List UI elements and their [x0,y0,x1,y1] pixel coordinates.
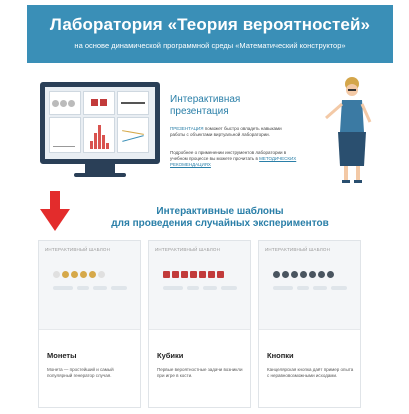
screen-panel-chart [49,117,81,153]
preview-controls [163,286,239,292]
teacher-illustration [325,77,372,183]
card-title: Монеты [47,351,77,360]
card-description: Канцелярская кнопка даёт пример опыта с … [267,367,354,378]
card-label: ИНТЕРАКТИВНЫЙ ШАБЛОН [265,247,331,252]
screen-panel-histogram [83,117,115,153]
card-preview: ИНТЕРАКТИВНЫЙ ШАБЛОН [149,241,250,330]
card-title: Кубики [157,351,184,360]
card-title: Кнопки [267,351,294,360]
card-label: ИНТЕРАКТИВНЫЙ ШАБЛОН [45,247,111,252]
screen-panel-coins [49,91,81,115]
card-description: Монета — простейший и самый популярный г… [47,367,114,378]
presentation-heading-line1: Интерактивная [170,94,241,105]
monitor-illustration[interactable] [40,82,160,164]
preview-controls [53,286,129,292]
screen-panel-graph [117,117,149,153]
screen-panel-pins [117,91,149,115]
coins-preview [53,271,105,278]
templates-heading: Интерактивные шаблоны для проведения слу… [60,206,380,230]
page-subtitle: на основе динамической программной среды… [74,41,346,50]
templates-heading-line2: для проведения случайных экспериментов [111,218,329,229]
presentation-heading-line2: презентация [170,106,229,117]
card-label: ИНТЕРАКТИВНЫЙ ШАБЛОН [155,247,221,252]
presentation-heading[interactable]: Интерактивная презентация [170,94,310,118]
template-card-pins[interactable]: ИНТЕРАКТИВНЫЙ ШАБЛОН Кнопки Канцелярская… [258,240,361,408]
templates-heading-line1: Интерактивные шаблоны [156,206,284,217]
card-preview: ИНТЕРАКТИВНЫЙ ШАБЛОН [39,241,140,330]
monitor-stand [85,159,115,173]
presentation-description: ПРЕЗЕНТАЦИЯ поможет быстро овладеть навы… [170,126,290,138]
pins-preview [273,271,334,278]
page-title: Лаборатория «Теория вероятностей» [49,15,371,34]
template-card-dice[interactable]: ИНТЕРАКТИВНЫЙ ШАБЛОН Кубики Первые вероя… [148,240,251,408]
methodology-note: Подробнее о применении инструментов лабо… [170,150,300,168]
monitor-base [74,173,126,177]
card-preview: ИНТЕРАКТИВНЫЙ ШАБЛОН [259,241,360,330]
dice-preview [163,271,224,278]
presentation-link[interactable]: ПРЕЗЕНТАЦИЯ [170,126,204,131]
page-header: Лаборатория «Теория вероятностей» на осн… [27,5,393,63]
template-card-coins[interactable]: ИНТЕРАКТИВНЫЙ ШАБЛОН Монеты Монета — про… [38,240,141,408]
card-description: Первые вероятностные задачи возникли при… [157,367,243,378]
screen-panel-dice [83,91,115,115]
preview-controls [273,286,349,292]
